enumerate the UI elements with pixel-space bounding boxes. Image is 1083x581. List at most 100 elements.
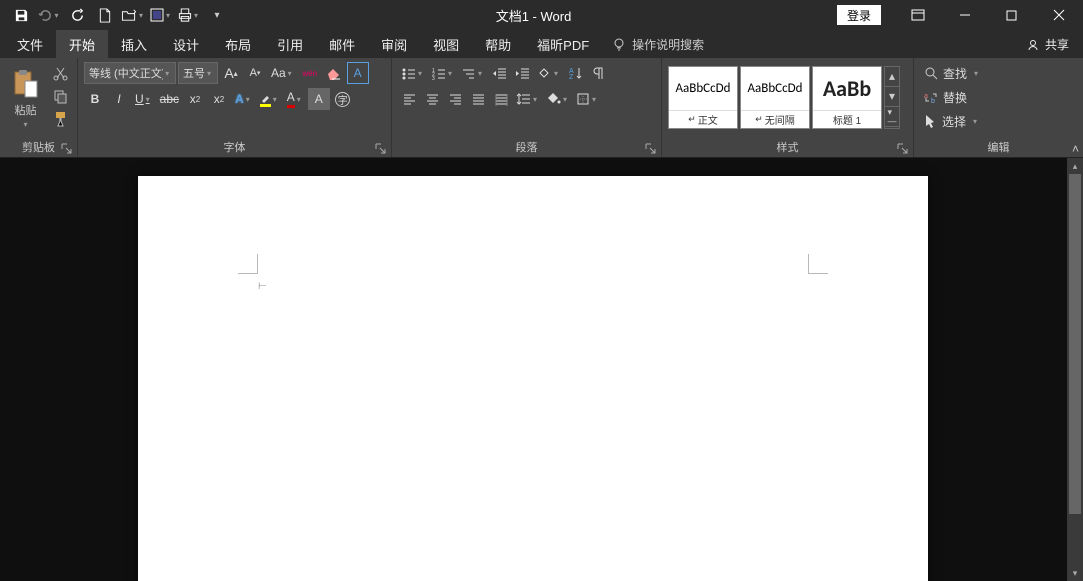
tab-home[interactable]: 开始 [56,30,108,58]
font-group-label: 字体 [78,139,391,157]
svg-text:3: 3 [432,76,435,80]
quick-access-toolbar: ▾ ▾ ▾ ▾ ▾ [0,2,230,28]
sort-icon[interactable]: AZ [564,62,586,84]
scroll-thumb[interactable] [1069,174,1081,514]
margin-corner-tl [238,254,258,274]
numbering-icon[interactable]: 123▾ [428,62,457,84]
close-icon[interactable] [1036,0,1081,30]
login-button[interactable]: 登录 [837,5,881,25]
tab-review[interactable]: 审阅 [368,30,420,58]
vertical-scrollbar[interactable]: ▴ ▾ [1067,158,1083,581]
tell-me-search[interactable]: 操作说明搜索 [602,30,714,58]
qat-customize-icon[interactable]: ▾ [204,2,230,28]
select-object-icon[interactable]: ▾ [148,2,174,28]
style-preview-text: AaBbCcDd [669,67,737,110]
underline-icon[interactable]: U▾ [132,88,155,110]
share-button[interactable]: 共享 [1013,30,1083,58]
dialog-launcher-icon[interactable] [896,142,909,155]
share-icon [1027,38,1040,51]
distribute-icon[interactable] [490,88,512,110]
styles-group-label: 样式 [662,139,913,157]
lightbulb-icon [612,37,626,51]
increase-indent-icon[interactable] [511,62,533,84]
tab-view[interactable]: 视图 [420,30,472,58]
borders-icon[interactable]: ▾ [573,88,601,110]
font-color-icon[interactable]: A▾ [284,88,306,110]
strikethrough-icon[interactable]: abc [157,88,182,110]
highlight-icon[interactable]: ▾ [257,88,282,110]
save-icon[interactable] [8,2,34,28]
undo-icon[interactable]: ▾ [36,2,62,28]
redo-icon[interactable] [64,2,90,28]
line-spacing-icon[interactable]: ▾ [513,88,542,110]
character-border-icon[interactable]: A [347,62,369,84]
clear-formatting-icon[interactable] [323,62,345,84]
grow-font-icon[interactable]: A▴ [220,62,242,84]
scroll-up-icon[interactable]: ▴ [1067,158,1083,174]
find-button[interactable]: 查找▾ [920,62,984,84]
group-paragraph: ▾ 123▾ ▾ ▾ AZ ▾ ▾ ▾ 段落 [392,58,662,157]
text-effects-icon[interactable]: A▾ [232,88,255,110]
justify-icon[interactable] [467,88,489,110]
open-icon[interactable]: ▾ [120,2,146,28]
replace-button[interactable]: ab 替换 [920,86,984,108]
style-heading1[interactable]: AaBb 标题 1 [812,66,882,129]
gallery-scroll: ▴ ▾ ▾— [884,66,900,129]
show-marks-icon[interactable] [587,62,609,84]
font-size-combo[interactable]: 五号▾ [178,62,218,84]
superscript-icon[interactable]: x2 [208,88,230,110]
change-case-icon[interactable]: Aa▾ [268,62,297,84]
dialog-launcher-icon[interactable] [374,142,387,155]
collapse-ribbon-icon[interactable]: ˄ [1072,142,1079,156]
document-viewport[interactable]: ⊢ [0,158,1067,581]
group-font: 等线 (中文正文)▾ 五号▾ A▴ A▾ Aa▾ wén A B I U▾ ab… [78,58,392,157]
tab-insert[interactable]: 插入 [108,30,160,58]
print-icon[interactable]: ▾ [176,2,202,28]
subscript-icon[interactable]: x2 [184,88,206,110]
svg-text:Z: Z [569,74,574,80]
bullets-icon[interactable]: ▾ [398,62,427,84]
italic-icon[interactable]: I [108,88,130,110]
scroll-down-icon[interactable]: ▾ [1067,565,1083,581]
decrease-indent-icon[interactable] [488,62,510,84]
font-name-combo[interactable]: 等线 (中文正文)▾ [84,62,176,84]
document-page[interactable]: ⊢ [138,176,928,581]
enclose-characters-icon[interactable]: 字 [332,88,354,110]
asian-layout-icon[interactable]: ▾ [534,62,563,84]
gallery-more-icon[interactable]: ▾— [885,107,899,127]
minimize-icon[interactable] [942,0,987,30]
align-right-icon[interactable] [444,88,466,110]
copy-icon[interactable] [49,85,71,107]
tab-layout[interactable]: 布局 [212,30,264,58]
tab-mailings[interactable]: 邮件 [316,30,368,58]
tab-file[interactable]: 文件 [4,30,56,58]
shrink-font-icon[interactable]: A▾ [244,62,266,84]
cut-icon[interactable] [49,62,71,84]
format-painter-icon[interactable] [49,108,71,130]
bold-icon[interactable]: B [84,88,106,110]
select-button[interactable]: 选择▾ [920,110,984,132]
gallery-up-icon[interactable]: ▴ [885,67,899,87]
paste-button[interactable]: 粘贴 ▾ [6,62,45,134]
gallery-down-icon[interactable]: ▾ [885,87,899,107]
maximize-icon[interactable] [989,0,1034,30]
character-shading-icon[interactable]: A [308,88,330,110]
align-center-icon[interactable] [421,88,443,110]
dialog-launcher-icon[interactable] [60,142,73,155]
text-cursor: ⊢ [258,281,267,292]
replace-icon: ab [924,91,938,104]
align-left-icon[interactable] [398,88,420,110]
dialog-launcher-icon[interactable] [644,142,657,155]
ribbon-display-icon[interactable] [895,0,940,30]
tab-references[interactable]: 引用 [264,30,316,58]
style-normal[interactable]: AaBbCcDd ↵正文 [668,66,738,129]
new-doc-icon[interactable] [92,2,118,28]
shading-icon[interactable]: ▾ [543,88,572,110]
multilevel-list-icon[interactable]: ▾ [458,62,487,84]
tab-design[interactable]: 设计 [160,30,212,58]
style-no-spacing[interactable]: AaBbCcDd ↵无间隔 [740,66,810,129]
phonetic-guide-icon[interactable]: wén [299,62,321,84]
tab-foxit[interactable]: 福昕PDF [524,30,602,58]
tab-help[interactable]: 帮助 [472,30,524,58]
search-icon [924,66,938,80]
